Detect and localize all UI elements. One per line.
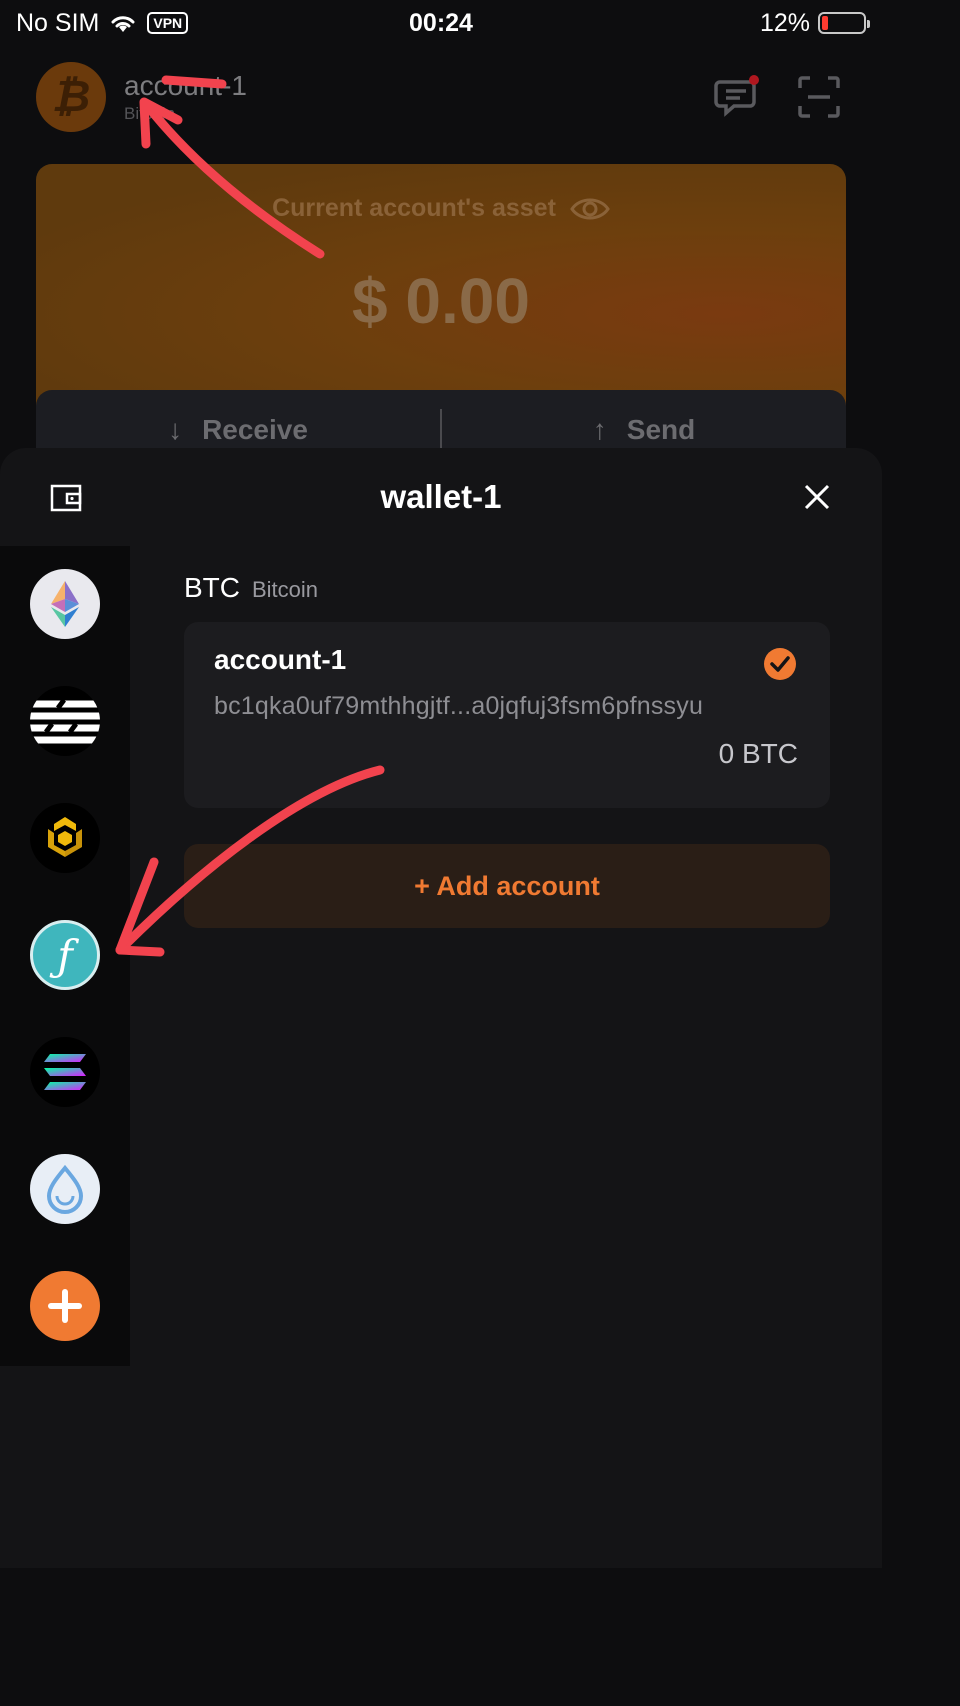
wallet-home-background: ₿ account-1 Bitcoin Current account's as… bbox=[0, 0, 882, 470]
add-account-button[interactable]: + Add account bbox=[184, 844, 830, 928]
close-icon[interactable] bbox=[802, 482, 832, 512]
battery-percent: 12% bbox=[759, 8, 810, 37]
send-button[interactable]: ↑ Send bbox=[442, 414, 846, 446]
wallet-sheet: wallet-1 ƒ BTC Bitcoin account-1 bc1qka0… bbox=[0, 448, 882, 1568]
solana-icon[interactable] bbox=[30, 1037, 100, 1107]
wifi-icon bbox=[111, 16, 135, 32]
ethereum-icon[interactable] bbox=[30, 569, 100, 639]
aptos-icon[interactable] bbox=[30, 686, 100, 756]
asset-label: Current account's asset bbox=[272, 194, 556, 222]
bnb-icon[interactable] bbox=[30, 803, 100, 873]
account-switcher[interactable]: ₿ account-1 Bitcoin bbox=[36, 62, 247, 132]
carrier-label: No SIM bbox=[16, 8, 100, 37]
wallet-icon[interactable] bbox=[50, 482, 82, 512]
send-label: Send bbox=[626, 414, 696, 445]
asset-amount: $ 0.00 bbox=[352, 265, 530, 337]
add-chain-icon[interactable] bbox=[30, 1271, 100, 1341]
status-bar: No SIM VPN 00:24 12% bbox=[0, 0, 882, 46]
arrow-down-icon: ↓ bbox=[168, 414, 183, 445]
bitcoin-avatar-icon: ₿ bbox=[36, 62, 106, 132]
status-right: 12% bbox=[759, 8, 870, 38]
chain-name: Bitcoin bbox=[252, 577, 319, 602]
account-address: bc1qka0uf79mthhgjtf...a0jqfuj3fsm6pfnssy… bbox=[214, 692, 704, 720]
battery-icon bbox=[818, 12, 870, 34]
account-card[interactable]: account-1 bc1qka0uf79mthhgjtf...a0jqfuj3… bbox=[184, 622, 830, 808]
filecoin-icon[interactable]: ƒ bbox=[30, 920, 100, 990]
eye-icon[interactable] bbox=[570, 195, 610, 223]
header-icons bbox=[714, 74, 842, 120]
account-balance: 0 BTC bbox=[718, 738, 798, 769]
sheet-title: wallet-1 bbox=[380, 478, 502, 515]
sui-icon[interactable] bbox=[30, 1154, 100, 1224]
chain-symbol: BTC bbox=[184, 572, 240, 603]
message-icon[interactable] bbox=[714, 74, 760, 120]
arrow-up-icon: ↑ bbox=[592, 414, 607, 445]
sheet-header: wallet-1 bbox=[0, 448, 882, 546]
status-left: No SIM VPN bbox=[16, 8, 189, 38]
scan-icon[interactable] bbox=[796, 74, 842, 120]
receive-button[interactable]: ↓ Receive bbox=[36, 414, 440, 446]
chain-heading: BTC Bitcoin bbox=[184, 572, 830, 604]
account-name: account-1 bbox=[214, 644, 347, 675]
accounts-area: BTC Bitcoin account-1 bc1qka0uf79mthhgjt… bbox=[184, 572, 830, 928]
selected-check-icon bbox=[764, 648, 796, 680]
chain-rail: ƒ bbox=[0, 546, 130, 1366]
vpn-badge: VPN bbox=[147, 12, 189, 34]
account-title: account-1 bbox=[124, 70, 247, 101]
asset-label-row: Current account's asset bbox=[36, 194, 846, 223]
account-chain: Bitcoin bbox=[124, 104, 176, 123]
receive-label: Receive bbox=[202, 414, 308, 445]
